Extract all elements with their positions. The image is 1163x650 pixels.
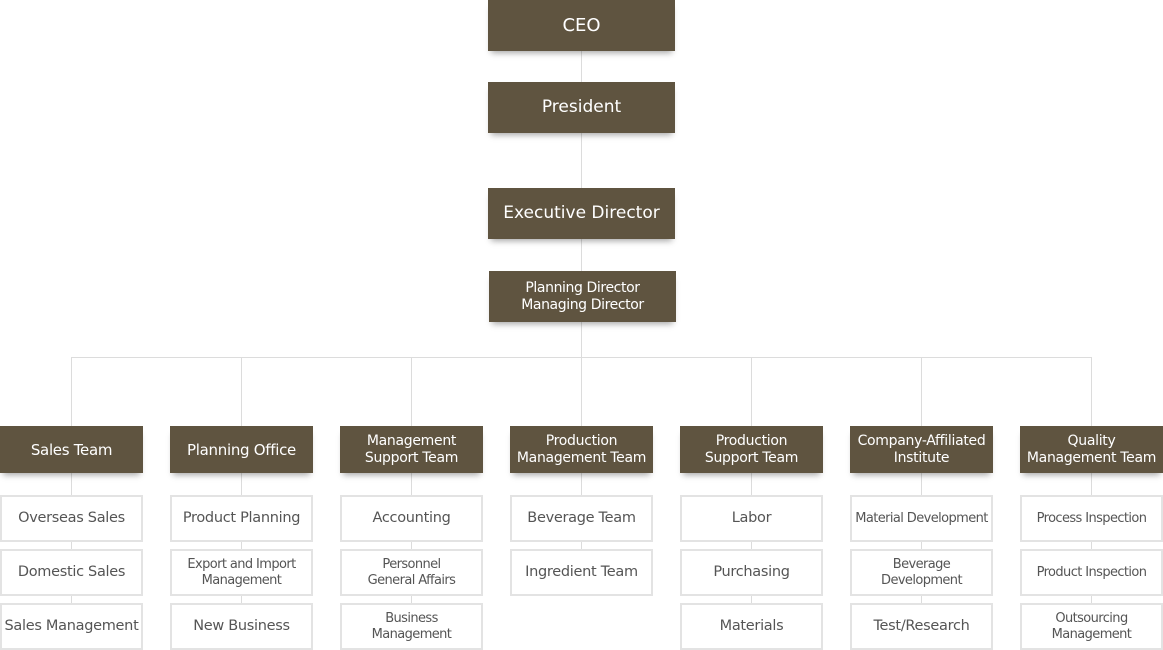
planning-managing-director-box: Planning Director Managing Director <box>489 271 676 322</box>
team-box: Process Inspection <box>1020 495 1163 542</box>
department-box: Sales Team <box>0 426 143 473</box>
ceo-box: CEO <box>488 0 675 51</box>
team-box: Beverage Team <box>510 495 653 542</box>
team-box: Outsourcing Management <box>1020 603 1163 650</box>
team-box: Domestic Sales <box>0 549 143 596</box>
department-box: Planning Office <box>170 426 313 473</box>
department-box: Management Support Team <box>340 426 483 473</box>
team-box: Purchasing <box>680 549 823 596</box>
team-box: New Business <box>170 603 313 650</box>
executive-director-box: Executive Director <box>488 188 675 239</box>
department-box: Company-Affiliated Institute <box>850 426 993 473</box>
department-box: Production Support Team <box>680 426 823 473</box>
team-box: Materials <box>680 603 823 650</box>
team-box: Material Development <box>850 495 993 542</box>
team-box: Product Inspection <box>1020 549 1163 596</box>
department-box: Production Management Team <box>510 426 653 473</box>
team-box: Business Management <box>340 603 483 650</box>
team-box: Labor <box>680 495 823 542</box>
team-box: Ingredient Team <box>510 549 653 596</box>
team-box: Sales Management <box>0 603 143 650</box>
team-box: Accounting <box>340 495 483 542</box>
team-box: Personnel General Affairs <box>340 549 483 596</box>
team-box: Overseas Sales <box>0 495 143 542</box>
team-box: Test/Research <box>850 603 993 650</box>
team-box: Beverage Development <box>850 549 993 596</box>
president-box: President <box>488 82 675 133</box>
department-box: Quality Management Team <box>1020 426 1163 473</box>
team-box: Product Planning <box>170 495 313 542</box>
team-box: Export and Import Management <box>170 549 313 596</box>
